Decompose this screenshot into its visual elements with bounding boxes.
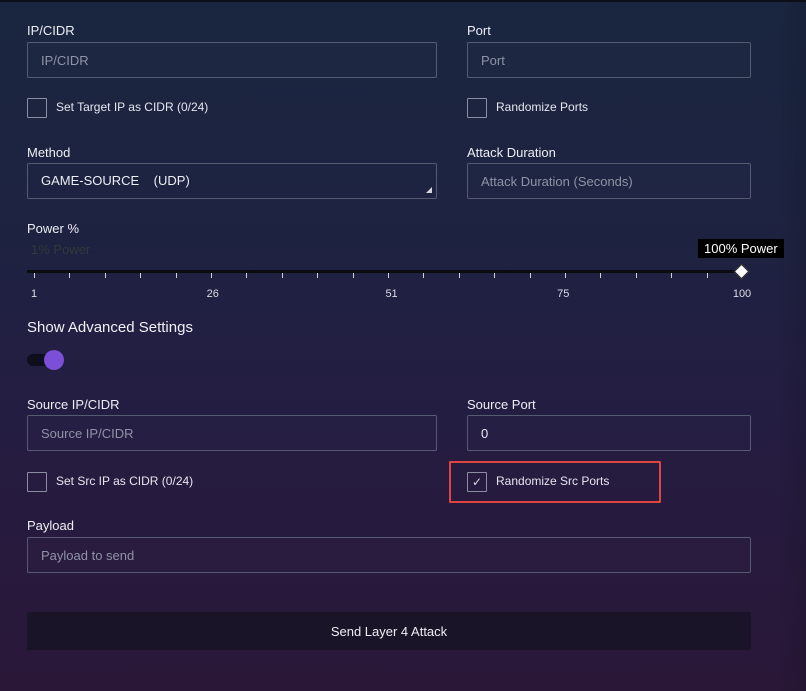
src-cidr-checkbox[interactable] — [27, 472, 47, 492]
power-slider-tick — [317, 273, 319, 278]
power-slider-tick — [388, 273, 389, 278]
power-slider-tick — [281, 273, 283, 278]
method-label: Method — [27, 145, 71, 160]
power-slider-tick — [458, 273, 460, 278]
attack-duration-input[interactable] — [467, 163, 751, 199]
target-cidr-checkbox[interactable] — [27, 98, 47, 118]
src-cidr-checkbox-label: Set Src IP as CIDR (0/24) — [56, 474, 194, 488]
randomize-ports-label: Randomize Ports — [496, 100, 589, 114]
source-ip-label: Source IP/CIDR — [27, 397, 120, 412]
power-slider-tick — [635, 273, 637, 278]
power-slider-tick-label: 1 — [30, 288, 38, 300]
payload-label: Payload — [27, 518, 74, 533]
power-slider-tick — [671, 273, 673, 278]
source-ip-input[interactable] — [27, 415, 437, 451]
power-slider-tick — [246, 273, 248, 278]
power-slider-tick-label: 75 — [557, 288, 570, 300]
source-port-label: Source Port — [467, 397, 536, 412]
port-label: Port — [467, 23, 491, 38]
power-label: Power % — [27, 221, 80, 236]
attack-duration-label: Attack Duration — [467, 145, 556, 160]
method-selected-value: GAME-SOURCE (UDP) — [41, 173, 190, 188]
power-slider-tick-label: 51 — [385, 288, 398, 300]
power-slider-tick — [34, 273, 35, 278]
power-slider-tick — [69, 273, 71, 278]
power-slider-tick — [140, 273, 142, 278]
power-slider-tick — [706, 273, 708, 278]
advanced-settings-title: Show Advanced Settings — [27, 319, 193, 336]
power-slider-tick-label: 26 — [206, 288, 219, 300]
power-slider-tick — [352, 273, 354, 278]
attack-form-panel: IP/CIDR Port Set Target IP as CIDR (0/24… — [0, 0, 806, 691]
power-tooltip: 100% Power — [698, 239, 784, 258]
payload-input[interactable] — [27, 537, 751, 573]
ip-cidr-input[interactable] — [27, 42, 437, 78]
power-slider-tick — [494, 273, 496, 278]
power-min-ghost-text: 1% Power — [31, 242, 91, 257]
send-layer4-attack-button[interactable]: Send Layer 4 Attack — [27, 612, 751, 650]
target-cidr-checkbox-label: Set Target IP as CIDR (0/24) — [56, 100, 209, 114]
power-slider-thumb[interactable] — [733, 263, 750, 280]
power-slider-tick — [565, 273, 566, 278]
ip-cidr-label: IP/CIDR — [27, 23, 75, 38]
power-slider-tick — [211, 273, 212, 278]
port-input[interactable] — [467, 42, 751, 78]
power-slider-tick — [104, 273, 106, 278]
randomize-ports-checkbox[interactable] — [467, 98, 487, 118]
power-slider-tick — [423, 273, 425, 278]
randomize-src-ports-checkbox[interactable]: ✓ — [467, 472, 487, 492]
power-slider-tick — [600, 273, 602, 278]
power-slider-tick — [529, 273, 531, 278]
resize-corner-icon — [426, 187, 432, 193]
method-select[interactable]: GAME-SOURCE (UDP) — [27, 163, 437, 199]
power-slider-tick-label: 100 — [732, 288, 752, 300]
power-slider-tick — [175, 273, 177, 278]
randomize-src-ports-label: Randomize Src Ports — [496, 474, 610, 488]
source-port-input[interactable] — [467, 415, 751, 451]
advanced-toggle-knob[interactable] — [44, 350, 64, 370]
checkmark-icon: ✓ — [471, 475, 483, 489]
